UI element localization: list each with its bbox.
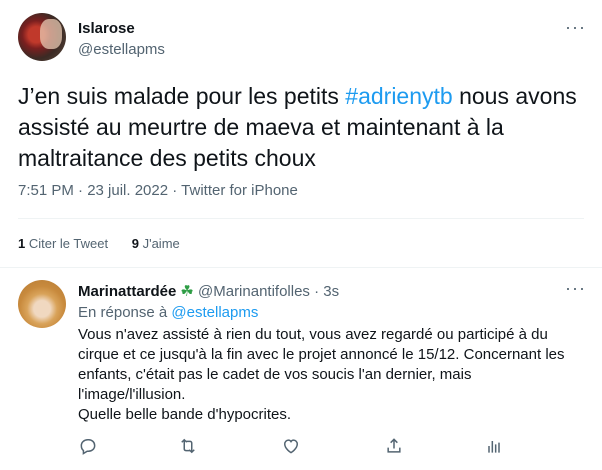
reply-text-line: Quelle belle bande d'hypocrites. [78, 406, 292, 423]
more-options-icon[interactable]: ··· [565, 279, 585, 303]
reply-author-handle[interactable]: @Marinantifolles [198, 283, 310, 300]
author-name[interactable]: Islarose [78, 20, 135, 37]
likes-label: J'aime [142, 236, 180, 251]
reply-avatar[interactable] [18, 280, 66, 328]
replying-to: En réponse à @estellapms [78, 304, 258, 321]
reply-text-line: Vous n'avez assisté à rien du tout, vous… [78, 326, 548, 343]
author-handle[interactable]: @estellapms [78, 41, 165, 58]
reply-tweet[interactable]: Marinattardée ☘ @Marinantifolles · 3s ···… [0, 268, 602, 470]
reply-time[interactable]: · 3s [314, 283, 339, 300]
more-options-icon[interactable]: ··· [565, 18, 585, 42]
reply-text: Vous n'avez assisté à rien du tout, vous… [78, 325, 583, 425]
reply-text-line: cirque et ce jusqu'à la fin avec le proj… [78, 346, 565, 363]
clover-icon: ☘ [180, 283, 194, 300]
reply-author-name[interactable]: Marinattardée [78, 283, 176, 300]
retweet-icon[interactable] [178, 436, 200, 458]
analytics-icon[interactable] [484, 436, 506, 458]
tweet-timestamp[interactable]: 7:51 PM · 23 juil. 2022 · Twitter for iP… [18, 182, 298, 199]
reply-header: Marinattardée ☘ @Marinantifolles · 3s [78, 282, 339, 300]
quote-count: 1 [18, 236, 26, 251]
divider [18, 218, 584, 219]
reply-text-line: l'image/l'illusion. [78, 386, 186, 403]
share-icon[interactable] [384, 436, 406, 458]
like-icon[interactable] [281, 436, 303, 458]
likes-stat[interactable]: 9 J'aime [132, 236, 180, 251]
quote-stat[interactable]: 1 Citer le Tweet [18, 236, 108, 251]
author-avatar[interactable] [18, 13, 66, 61]
replying-mention[interactable]: @estellapms [171, 304, 258, 321]
reply-icon[interactable] [78, 436, 100, 458]
tweet-stats: 1 Citer le Tweet 9 J'aime [18, 236, 180, 251]
likes-count: 9 [131, 236, 139, 251]
tweet-text-before: J’en suis malade pour les petits [18, 83, 346, 109]
quote-label: Citer le Tweet [28, 236, 109, 251]
reply-actions [78, 436, 588, 460]
tweet-text: J’en suis malade pour les petits #adrien… [18, 81, 588, 174]
reply-text-line: enfants, c'était pas le cadet de vos sou… [78, 366, 472, 383]
hashtag-link[interactable]: #adrienytb [345, 83, 452, 109]
replying-prefix: En réponse à [78, 304, 172, 321]
